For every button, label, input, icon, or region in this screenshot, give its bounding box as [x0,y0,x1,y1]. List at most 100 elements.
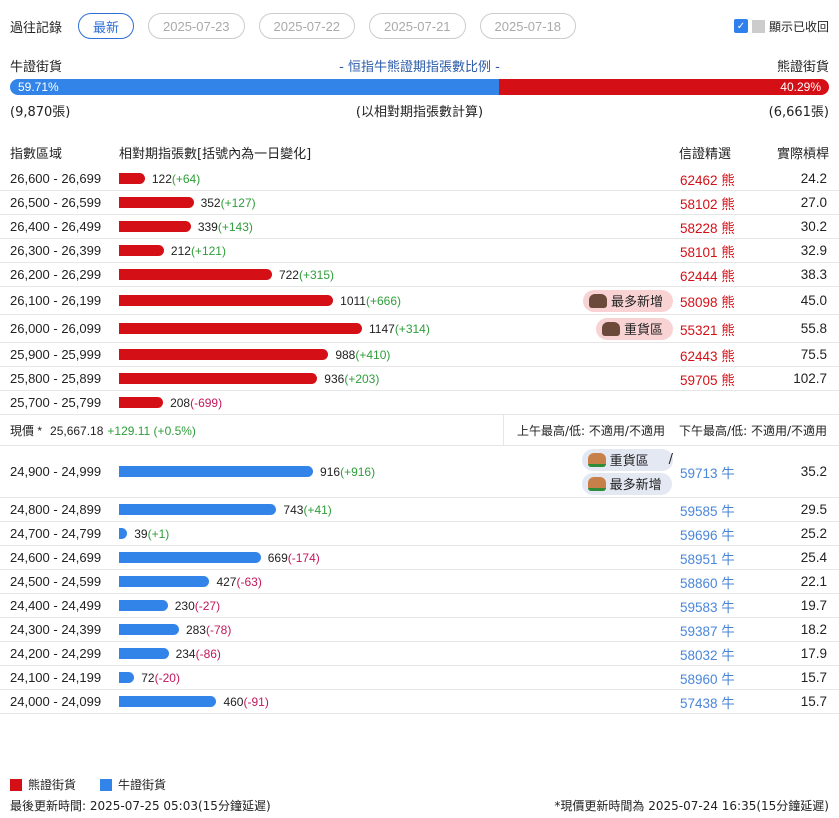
warrant-code-link[interactable]: 59387 牛 [680,620,735,640]
legend-bull: 牛證街貨 [118,778,167,792]
change-value: (+410) [355,347,391,362]
warrant-code-link[interactable]: 58960 牛 [680,668,735,688]
bear-bar [119,173,145,184]
leverage-value: 25.4 [800,550,827,565]
warrant-code-link[interactable]: 62443 熊 [680,345,735,365]
table-row: 24,500 - 24,599 427(-63) 58860 牛 22.1 [0,570,839,594]
leverage-value: 32.9 [800,243,827,258]
table-row: 24,300 - 24,399 283(-78) 59387 牛 18.2 [0,618,839,642]
warrant-code-link[interactable]: 59696 牛 [680,524,735,544]
warrant-code-link[interactable]: 59585 牛 [680,500,735,520]
warrant-code-link[interactable]: 62462 熊 [680,169,735,189]
warrant-code-link[interactable]: 62444 熊 [680,265,735,285]
table-row: 24,200 - 24,299 234(-86) 58032 牛 17.9 [0,642,839,666]
leverage-value: 25.2 [800,526,827,541]
contracts-value: 427(-63) [216,575,261,589]
contracts-cell: 122(+64) [119,172,200,186]
badge-most-new: 最多新增 [582,289,673,312]
badge-label: 重貨區 [609,454,649,469]
warrant-code-link[interactable]: 58098 熊 [680,291,735,311]
bull-bar [119,624,179,635]
contracts-value: 916(+916) [320,465,375,479]
change-value: (+916) [340,464,376,479]
warrant-code-link[interactable]: 59705 熊 [680,369,735,389]
contracts-value: 339(+143) [198,220,253,234]
range-label: 24,500 - 24,599 [10,574,102,589]
table-row: 24,800 - 24,899 743(+41) 59585 牛 29.5 [0,498,839,522]
badge-group: 最多新增 [582,289,673,312]
bull-bar [119,648,169,659]
warrant-code-link[interactable]: 58860 牛 [680,572,735,592]
badge-separator: / [668,452,673,467]
range-label: 25,700 - 25,799 [10,395,102,410]
contracts-cell: 427(-63) [119,575,262,589]
contracts-cell: 339(+143) [119,220,253,234]
range-label: 26,000 - 26,099 [10,321,102,336]
bear-count: (6,661張) [768,105,829,120]
warrant-code-link[interactable]: 58951 牛 [680,548,735,568]
contracts-value: 234(-86) [176,647,221,661]
count-value: 988 [335,347,356,362]
warrant-code-link[interactable]: 58032 牛 [680,644,735,664]
contracts-value: 72(-20) [141,671,180,685]
warrant-code-link[interactable]: 59583 牛 [680,596,735,616]
table-row: 24,700 - 24,799 39(+1) 59696 牛 25.2 [0,522,839,546]
contracts-value: 39(+1) [134,527,169,541]
leverage-value: 22.1 [800,574,827,589]
badge-label: 重貨區 [623,323,663,338]
warrant-code-link[interactable]: 58101 熊 [680,241,735,261]
range-label: 24,400 - 24,499 [10,598,102,613]
change-value: (+143) [217,219,253,234]
current-value: 25,667.18 [50,423,104,438]
leverage-value: 30.2 [800,219,827,234]
leverage-value: 35.2 [800,464,827,479]
table-row: 26,400 - 26,499 339(+143) 58228 熊 30.2 [0,215,839,239]
count-value: 916 [320,464,341,479]
count-value: 936 [324,371,345,386]
bull-bar [119,552,261,563]
contracts-cell: 722(+315) [119,268,334,282]
bull-bar [119,576,210,587]
am-high-low: 上午最高/低: 不適用/不適用 [517,423,665,438]
count-value: 122 [151,171,172,186]
bull-bar [119,466,314,477]
checkbox-checked-icon[interactable]: ✓ [733,19,748,33]
table-row: 25,900 - 25,999 988(+410) 62443 熊 75.5 [0,343,839,367]
contracts-value: 283(-78) [186,623,231,637]
bull-bar [119,600,168,611]
history-label: 過往記錄 [10,20,63,36]
badge-label: 最多新增 [610,295,663,310]
warrant-code-link[interactable]: 58102 熊 [680,193,735,213]
bull-count: (9,870張) [10,105,71,120]
warrant-code-link[interactable]: 57438 牛 [680,692,735,712]
leverage-value: 38.3 [800,267,827,282]
bull-label: 牛證街貨 [10,60,63,75]
tab-date[interactable]: 2025-07-21 [369,13,466,39]
change-value: (-699) [190,395,223,410]
contracts-value: 1147(+314) [369,322,430,336]
leverage-value: 15.7 [800,694,827,709]
contracts-value: 988(+410) [335,348,390,362]
bear-bar [119,245,164,256]
count-value: 427 [216,574,237,589]
count-value: 283 [185,622,206,637]
warrant-code-link[interactable]: 59713 牛 [680,462,735,482]
warrant-code-link[interactable]: 58228 熊 [680,217,735,237]
bear-bar [119,397,164,408]
bear-bar [119,269,272,280]
change-value: (+121) [190,243,226,258]
tab-latest[interactable]: 最新 [78,13,135,39]
range-label: 26,600 - 26,699 [10,171,102,186]
tab-date[interactable]: 2025-07-23 [148,13,245,39]
tab-date[interactable]: 2025-07-18 [479,13,577,39]
badge-label: 最多新增 [609,478,662,493]
contracts-cell: 352(+127) [119,196,256,210]
tab-date[interactable]: 2025-07-22 [258,13,356,39]
bull-ratio-fill: 59.71% [10,79,500,95]
show-collapsed-toggle[interactable]: ✓ 顯示已收回 [733,18,829,35]
warrant-code-link[interactable]: 55321 熊 [680,319,735,339]
range-label: 25,800 - 25,899 [10,371,102,386]
contracts-cell: 72(-20) [119,671,180,685]
change-value: (+41) [303,502,332,517]
ratio-title: - 恒指牛熊證期指張數比例 - [339,60,500,75]
